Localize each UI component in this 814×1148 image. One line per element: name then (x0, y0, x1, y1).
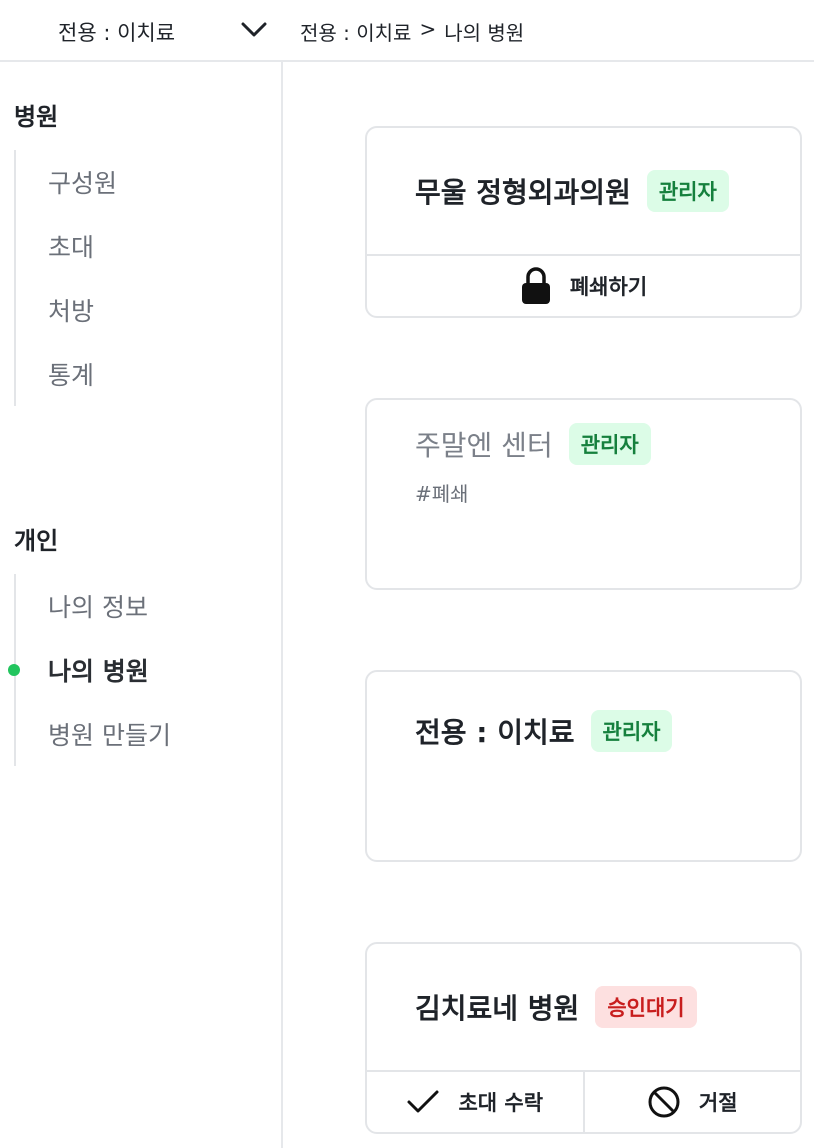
status-badge: 승인대기 (595, 986, 697, 1028)
accept-invite-button[interactable]: 초대 수락 (367, 1072, 583, 1132)
breadcrumb-organization[interactable]: 전용 : 이치료 (300, 17, 411, 46)
sidebar-item-prescription[interactable]: 처방 (16, 278, 254, 342)
app-root: 전용 : 이치료 전용 : 이치료 > 나의 병원 병원 구성원 초대 처방 통… (0, 0, 814, 1148)
hospital-card[interactable]: 전용 : 이치료 관리자 (365, 670, 802, 862)
hospital-card-header: 주말엔 센터 관리자 (367, 400, 800, 488)
sidebar-item-statistics[interactable]: 통계 (16, 342, 254, 406)
hospital-name: 전용 : 이치료 (415, 716, 575, 749)
sidebar-section-title-personal: 개인 (14, 527, 59, 555)
breadcrumb-separator: > (419, 17, 437, 41)
chevron-down-icon (240, 18, 268, 42)
reject-label: 거절 (698, 1091, 738, 1115)
lock-icon (520, 266, 552, 306)
hospital-card-header: 김치료네 병원 승인대기 (367, 944, 800, 1070)
hospital-card[interactable]: 주말엔 센터 관리자 #폐쇄 (365, 398, 802, 590)
block-icon (647, 1085, 681, 1119)
reject-button[interactable]: 거절 (582, 1072, 801, 1132)
role-badge: 관리자 (590, 710, 673, 752)
hospital-card-header: 무울 정형외과의원 관리자 (367, 128, 800, 254)
breadcrumb: 전용 : 이치료 > 나의 병원 (300, 17, 524, 46)
sidebar-item-create-hospital[interactable]: 병원 만들기 (16, 702, 254, 766)
role-badge: 관리자 (568, 423, 651, 465)
sidebar-item-invite[interactable]: 초대 (16, 214, 254, 278)
sidebar-item-my-hospitals[interactable]: 나의 병원 (8, 638, 254, 702)
hospital-card[interactable]: 무울 정형외과의원 관리자 폐쇄하기 (365, 126, 802, 318)
status-tag: #폐쇄 (415, 482, 469, 506)
hospital-name: 김치료네 병원 (415, 992, 580, 1025)
hospital-name: 주말엔 센터 (415, 429, 553, 462)
hospital-card-header: 전용 : 이치료 관리자 (367, 672, 800, 790)
sidebar-item-members[interactable]: 구성원 (16, 150, 254, 214)
sidebar-group-personal: 나의 정보 나의 병원 병원 만들기 (8, 574, 254, 766)
breadcrumb-current: 나의 병원 (444, 21, 525, 45)
hospital-card-actions: 초대 수락 거절 (367, 1070, 800, 1132)
organization-selector-label: 전용 : 이치료 (58, 21, 176, 45)
sidebar-group-hospital: 구성원 초대 처방 통계 (14, 150, 254, 406)
active-indicator-dot (8, 664, 20, 676)
hospital-card[interactable]: 김치료네 병원 승인대기 초대 수락 거절 (365, 942, 802, 1134)
sidebar-section-title-hospital: 병원 (14, 103, 59, 131)
organization-selector[interactable]: 전용 : 이치료 (0, 0, 283, 60)
sidebar-item-my-info[interactable]: 나의 정보 (16, 574, 254, 638)
accept-invite-label: 초대 수락 (458, 1091, 544, 1115)
close-hospital-label: 폐쇄하기 (569, 275, 648, 299)
hospital-card-actions: 폐쇄하기 (367, 254, 800, 316)
sidebar: 병원 구성원 초대 처방 통계 개인 나의 정보 나의 병원 병원 만들기 (0, 62, 283, 1148)
close-hospital-button[interactable]: 폐쇄하기 (367, 256, 800, 316)
hospital-name: 무울 정형외과의원 (415, 176, 631, 209)
role-badge: 관리자 (646, 170, 729, 212)
check-icon (406, 1088, 440, 1116)
sidebar-item-label: 나의 병원 (48, 657, 149, 686)
top-bar: 전용 : 이치료 전용 : 이치료 > 나의 병원 (0, 0, 814, 62)
